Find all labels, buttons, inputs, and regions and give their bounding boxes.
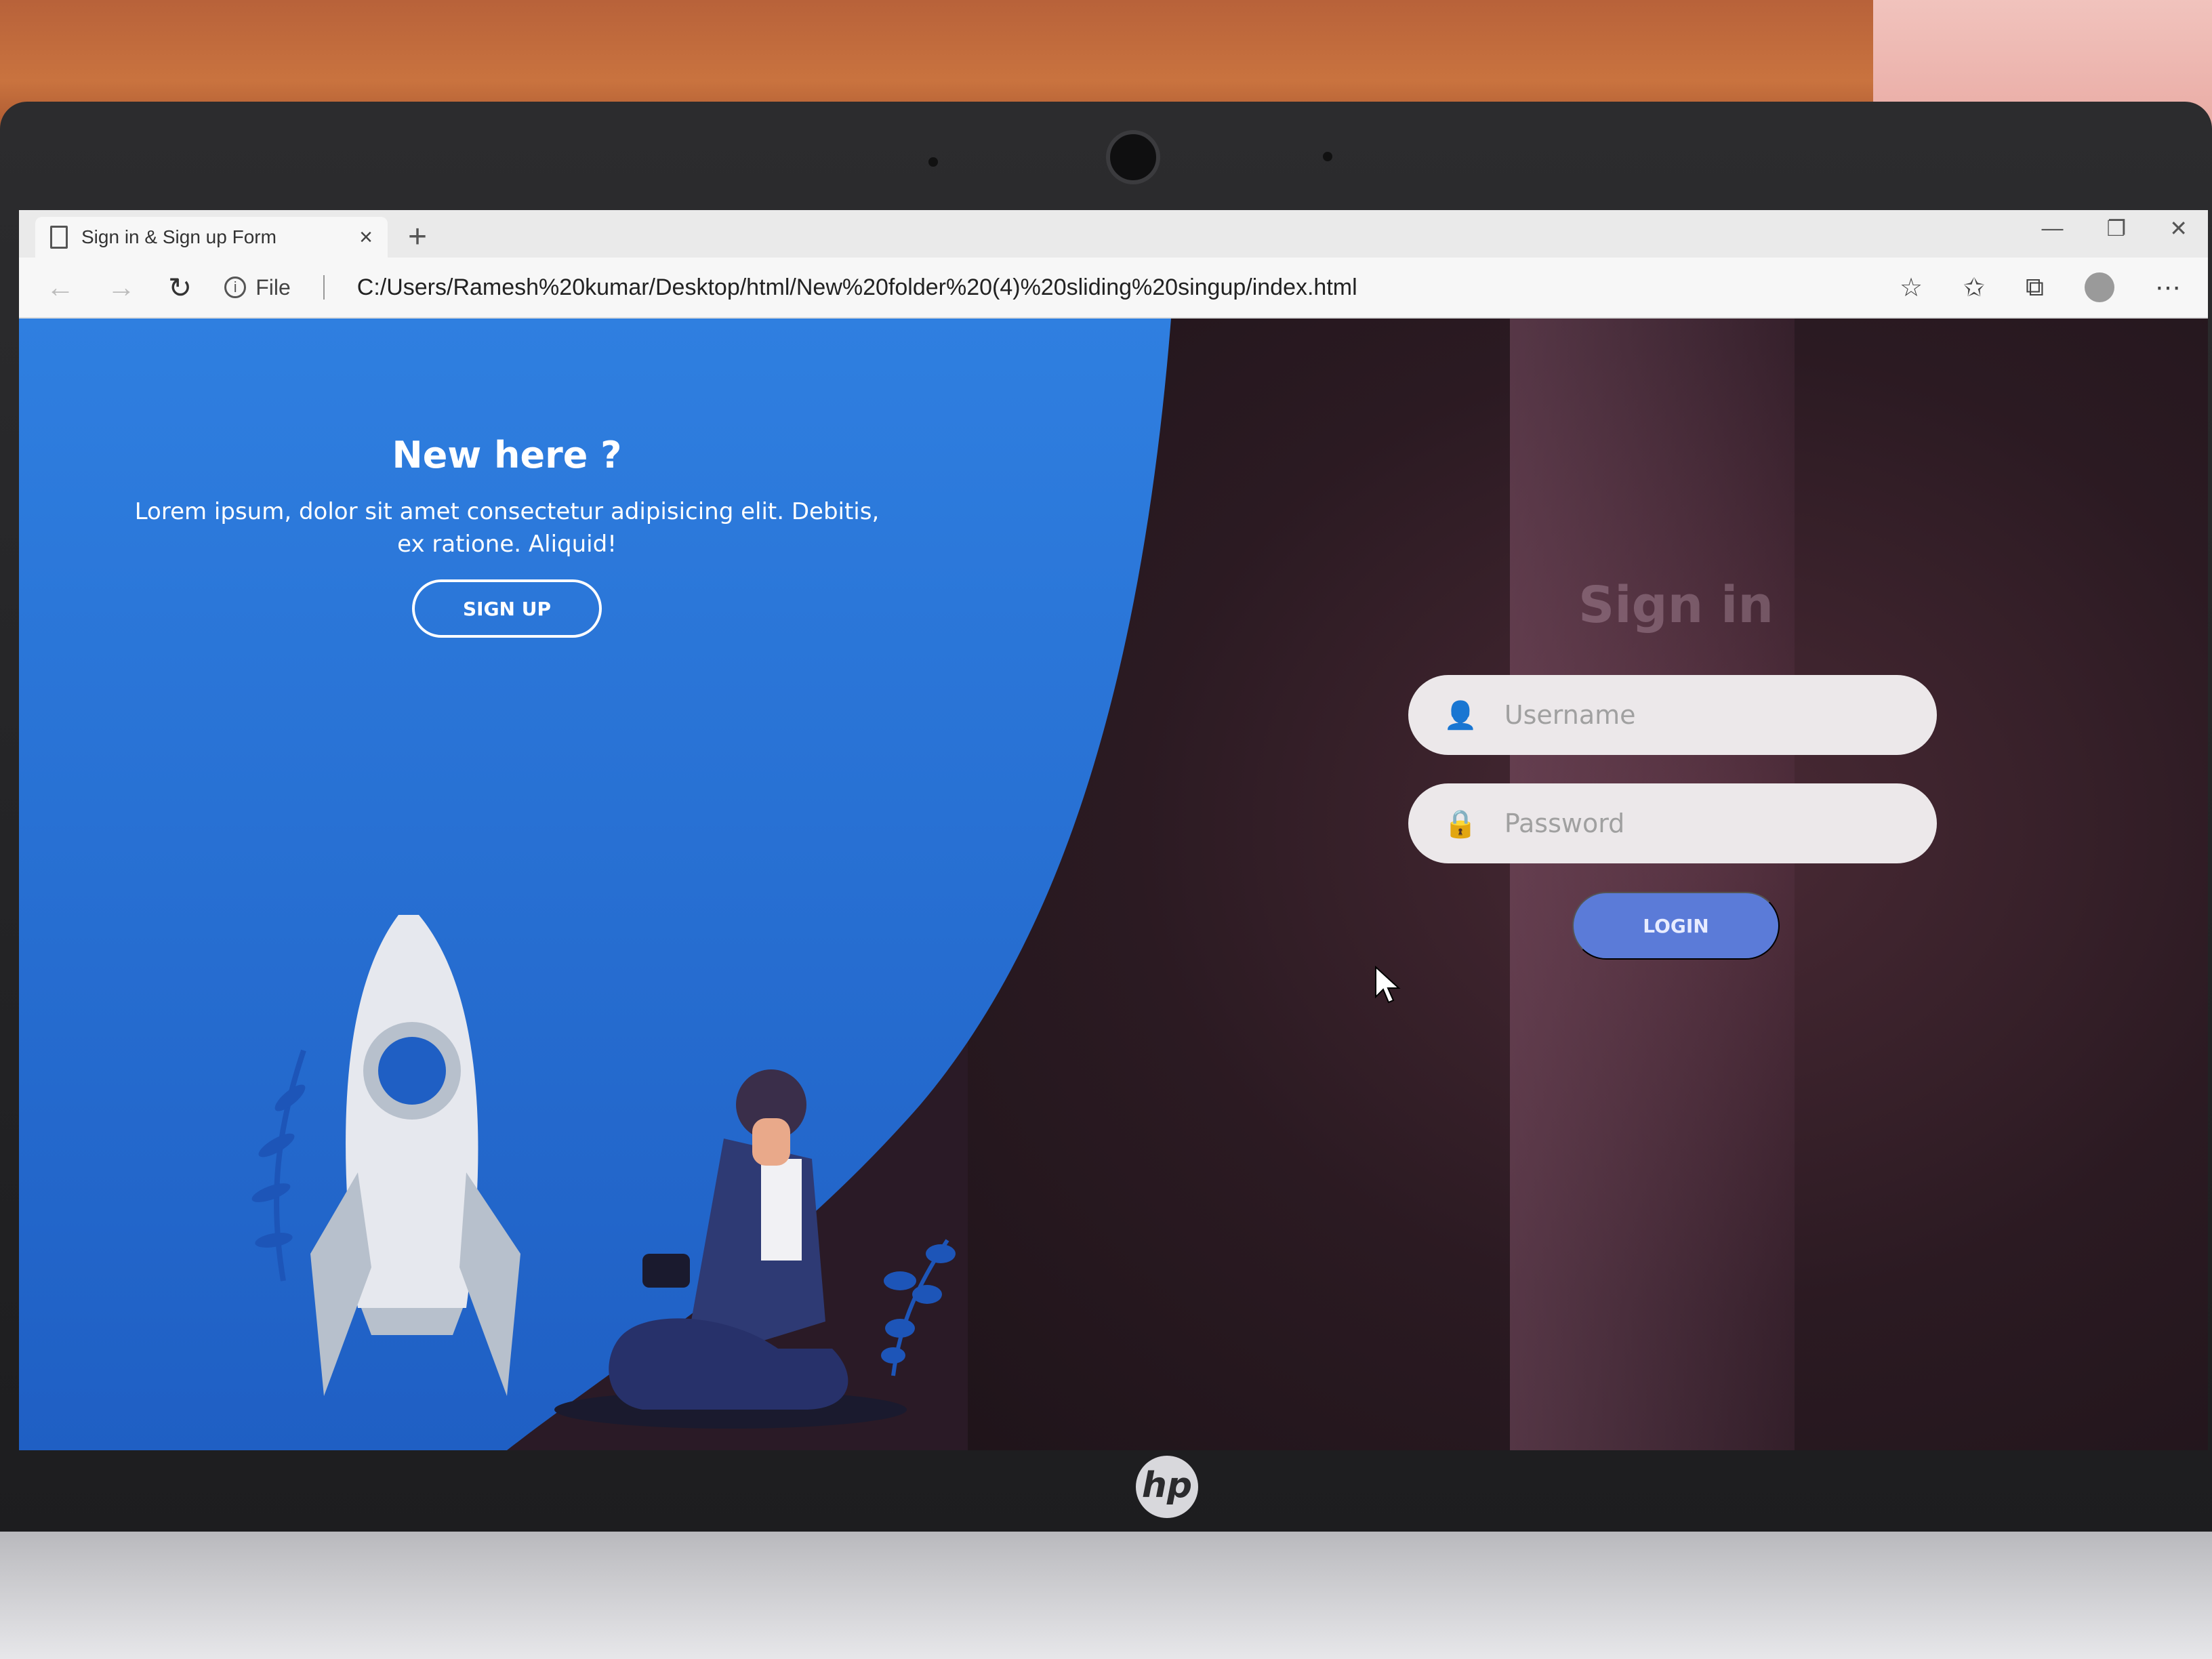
tab-title: Sign in & Sign up Form	[81, 226, 276, 247]
webcam	[1106, 130, 1160, 184]
info-icon: i	[224, 276, 247, 298]
favorite-star-icon[interactable]: ☆	[1900, 272, 1923, 303]
window-controls: — ❐ ✕	[2042, 216, 2188, 241]
password-field[interactable]: 🔒	[1408, 783, 1937, 863]
favorites-list-icon[interactable]: ✩	[1963, 272, 1985, 303]
page-content: New here ? Lorem ipsum, dolor sit amet c…	[19, 319, 2208, 1450]
forward-icon[interactable]: →	[107, 271, 136, 304]
signup-heading: New here ?	[392, 434, 622, 476]
url-field[interactable]: C:/Users/Ramesh%20kumar/Desktop/html/New…	[357, 274, 1867, 301]
username-field[interactable]: 👤	[1408, 675, 1937, 755]
mouse-cursor-icon	[1375, 966, 1401, 1004]
sensor-dot	[1323, 152, 1332, 161]
minimize-icon[interactable]: —	[2042, 216, 2064, 241]
address-bar: ← → ↻ i File C:/Users/Ramesh%20kumar/Des…	[19, 258, 2208, 319]
sign-up-button[interactable]: SIGN UP	[412, 579, 602, 638]
password-input[interactable]	[1504, 808, 1902, 838]
login-button[interactable]: LOGIN	[1572, 892, 1780, 960]
lock-icon: 🔒	[1443, 808, 1477, 839]
site-info[interactable]: i File	[224, 275, 291, 300]
sensor-dot	[928, 157, 938, 167]
browser-toolbar: ☆ ✩ ⧉ ⋯	[1900, 272, 2181, 303]
collections-icon[interactable]: ⧉	[2026, 273, 2044, 302]
new-tab-button[interactable]: +	[408, 218, 427, 255]
refresh-icon[interactable]: ↻	[168, 271, 192, 304]
signin-title: Sign in	[1578, 576, 1774, 634]
browser-tab[interactable]: Sign in & Sign up Form ×	[35, 217, 388, 258]
back-icon[interactable]: ←	[46, 271, 75, 304]
signup-description: Lorem ipsum, dolor sit amet consectetur …	[134, 498, 880, 558]
close-window-icon[interactable]: ✕	[2169, 216, 2188, 241]
hp-logo: hp	[1136, 1456, 1198, 1518]
page-icon	[50, 226, 68, 249]
file-label: File	[255, 274, 291, 300]
signup-panel: New here ? Lorem ipsum, dolor sit amet c…	[127, 434, 886, 638]
tab-close-icon[interactable]: ×	[359, 224, 373, 251]
browser-titlebar: Sign in & Sign up Form × + — ❐ ✕	[19, 210, 2208, 258]
plant-right-illustration	[881, 1239, 956, 1376]
username-input[interactable]	[1504, 700, 1902, 730]
profile-avatar[interactable]	[2085, 272, 2114, 302]
screen: Sign in & Sign up Form × + — ❐ ✕ ← → ↻ i…	[19, 210, 2208, 1450]
divider	[323, 275, 325, 300]
user-icon: 👤	[1443, 700, 1477, 731]
laptop-chassis	[0, 1532, 2212, 1659]
more-icon[interactable]: ⋯	[2155, 272, 2181, 303]
restore-icon[interactable]: ❐	[2107, 216, 2127, 241]
signin-form: Sign in 👤 🔒 LOGIN	[1408, 576, 1944, 960]
